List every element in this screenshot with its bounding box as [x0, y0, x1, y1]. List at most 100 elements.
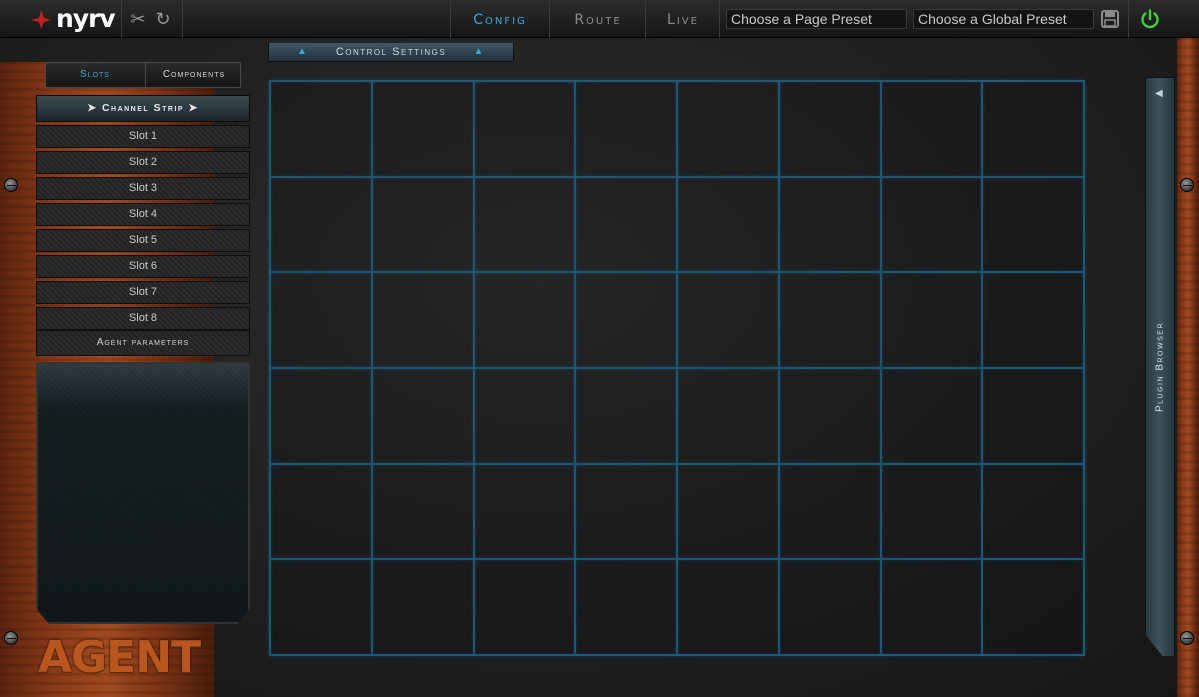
app-window: nyrv ✂ ↻ Config Route Live Choose a Page… — [0, 0, 1199, 697]
control-settings-toggle[interactable]: ▲ Control Settings ▲ — [268, 43, 514, 62]
grid-cell[interactable] — [778, 272, 881, 368]
grid-cell[interactable] — [982, 559, 1084, 655]
grid-cell[interactable] — [677, 463, 779, 560]
tab-components[interactable]: Components — [145, 63, 242, 87]
grid-cell[interactable] — [270, 272, 372, 368]
grid-cell[interactable] — [677, 81, 779, 177]
slot-content-panel — [36, 362, 250, 624]
grid-cell[interactable] — [880, 176, 983, 273]
grid-cell[interactable] — [778, 176, 881, 273]
global-preset-select[interactable]: Choose a Global Preset — [913, 9, 1094, 29]
control-grid — [269, 80, 1085, 656]
grid-cell[interactable] — [982, 176, 1084, 273]
agent-parameters-button[interactable]: Agent parameters — [36, 330, 250, 356]
chevron-up-icon: ▲ — [297, 46, 309, 57]
page-preset-select[interactable]: Choose a Page Preset — [726, 9, 907, 29]
slots-components-switch: Slots Components — [45, 62, 241, 88]
grid-cell[interactable] — [371, 176, 474, 273]
tools-icon[interactable]: ✂ — [128, 9, 148, 29]
tab-slots[interactable]: Slots — [46, 63, 144, 87]
nyrv-mark-icon — [31, 10, 51, 29]
plugin-browser-toggle[interactable]: ◀ Plugin Browser — [1145, 77, 1175, 657]
grid-cell[interactable] — [473, 559, 576, 655]
slot-5[interactable]: Slot 5 — [36, 229, 250, 252]
plugin-browser-label: Plugin Browser — [1154, 321, 1166, 413]
grid-cell[interactable] — [371, 463, 474, 560]
slot-6[interactable]: Slot 6 — [36, 255, 250, 278]
slot-1[interactable]: Slot 1 — [36, 125, 250, 148]
refresh-icon[interactable]: ↻ — [153, 9, 173, 29]
divider — [1128, 0, 1129, 38]
divider — [645, 0, 646, 38]
divider — [549, 0, 550, 38]
grid-cell[interactable] — [677, 367, 779, 464]
grid-cell[interactable] — [677, 272, 779, 368]
brand-logo[interactable]: nyrv — [30, 4, 116, 33]
grid-cell[interactable] — [880, 559, 983, 655]
grid-cell[interactable] — [270, 367, 372, 464]
divider — [719, 0, 720, 38]
save-icon[interactable] — [1100, 9, 1120, 29]
divider — [450, 0, 451, 38]
grid-cell[interactable] — [982, 463, 1084, 560]
grid-cell[interactable] — [270, 463, 372, 560]
control-settings-label: Control Settings — [335, 46, 447, 58]
channel-strip-button[interactable]: ➤ Channel Strip ➤ — [36, 95, 250, 122]
screw-icon — [4, 178, 18, 192]
slot-3[interactable]: Slot 3 — [36, 177, 250, 200]
grid-cell[interactable] — [270, 81, 372, 177]
grid-cell[interactable] — [371, 559, 474, 655]
grid-cell[interactable] — [575, 176, 677, 273]
grid-cell[interactable] — [677, 559, 779, 655]
grid-cell[interactable] — [371, 272, 474, 368]
grid-cell[interactable] — [880, 81, 983, 177]
grid-cell[interactable] — [575, 272, 677, 368]
grid-cell[interactable] — [778, 81, 881, 177]
divider — [121, 0, 122, 38]
grid-cell[interactable] — [473, 463, 576, 560]
channel-strip-label: Channel Strip — [101, 102, 185, 114]
grid-cell[interactable] — [880, 367, 983, 464]
screw-icon — [1180, 631, 1194, 645]
chevron-right-icon: ➤ — [87, 102, 98, 114]
grid-cell[interactable] — [778, 559, 881, 655]
grid-cell[interactable] — [982, 367, 1084, 464]
chevron-up-icon: ▲ — [473, 46, 485, 57]
chevron-left-icon: ◀ — [1155, 88, 1163, 99]
grid-cell[interactable] — [473, 81, 576, 177]
grid-cell[interactable] — [270, 176, 372, 273]
grid-cell[interactable] — [982, 272, 1084, 368]
chevron-right-icon: ➤ — [188, 102, 199, 114]
grid-cell[interactable] — [575, 367, 677, 464]
slot-7[interactable]: Slot 7 — [36, 281, 250, 304]
power-icon[interactable] — [1139, 8, 1161, 30]
tab-route[interactable]: Route — [551, 0, 645, 38]
slot-8[interactable]: Slot 8 — [36, 307, 250, 330]
screw-icon — [1180, 178, 1194, 192]
grid-cell[interactable] — [575, 81, 677, 177]
grid-cell[interactable] — [473, 176, 576, 273]
grid-cell[interactable] — [778, 367, 881, 464]
grid-cell[interactable] — [473, 367, 576, 464]
screw-icon — [4, 631, 18, 645]
divider — [182, 0, 183, 38]
grid-cell[interactable] — [575, 559, 677, 655]
wood-panel-right — [1177, 38, 1199, 697]
tab-live[interactable]: Live — [647, 0, 719, 38]
grid-cell[interactable] — [270, 559, 372, 655]
grid-cell[interactable] — [371, 81, 474, 177]
grid-cell[interactable] — [473, 272, 576, 368]
grid-cell[interactable] — [575, 463, 677, 560]
tab-config[interactable]: Config — [452, 0, 548, 38]
agent-logo: AGENT — [38, 632, 201, 683]
brand-name: nyrv — [56, 4, 116, 33]
grid-cell[interactable] — [778, 463, 881, 560]
slot-4[interactable]: Slot 4 — [36, 203, 250, 226]
grid-cell[interactable] — [371, 367, 474, 464]
slot-2[interactable]: Slot 2 — [36, 151, 250, 174]
grid-cell[interactable] — [880, 463, 983, 560]
grid-cell[interactable] — [982, 81, 1084, 177]
grid-cell[interactable] — [880, 272, 983, 368]
top-bar: nyrv ✂ ↻ Config Route Live Choose a Page… — [0, 0, 1199, 38]
grid-cell[interactable] — [677, 176, 779, 273]
